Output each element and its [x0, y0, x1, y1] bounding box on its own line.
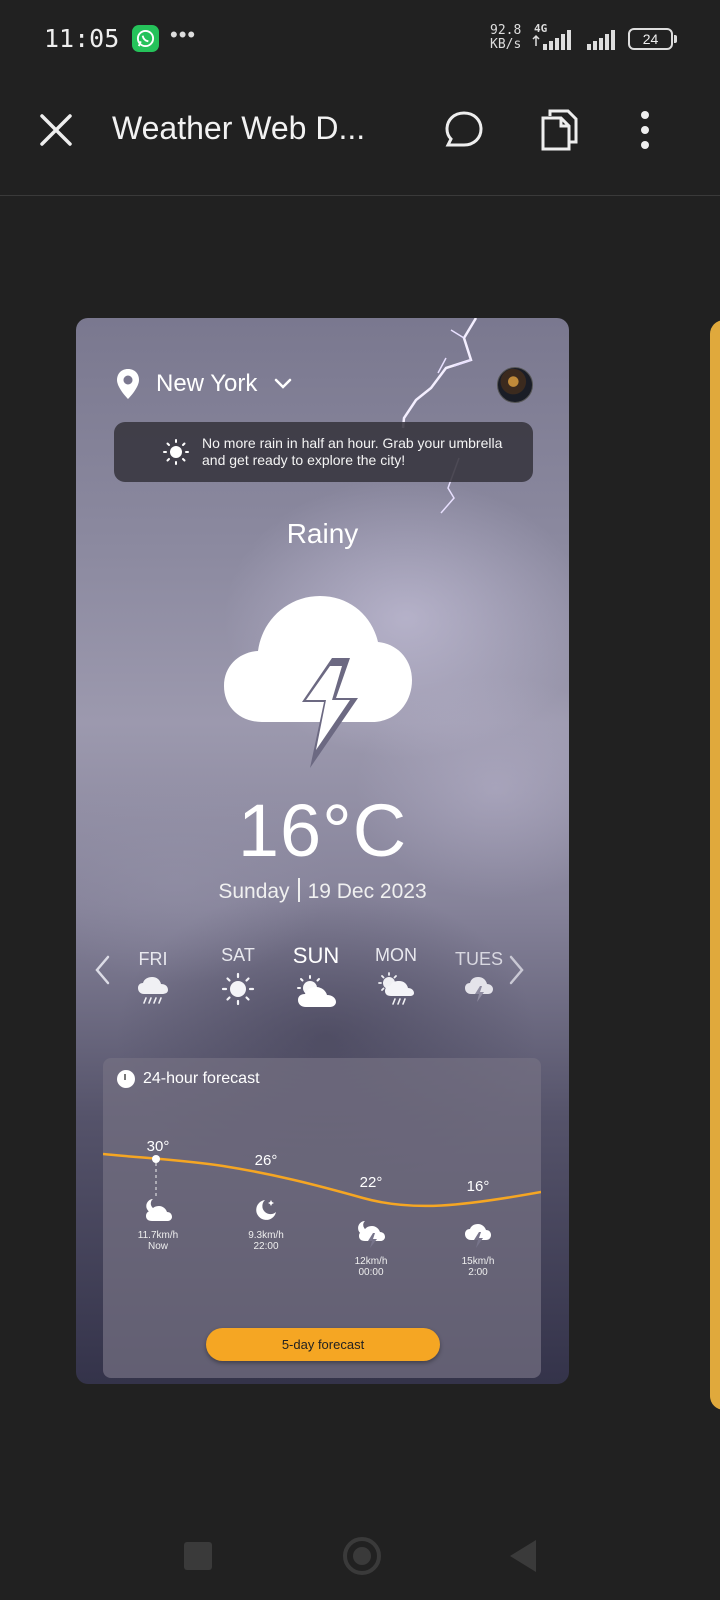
- forecast-hour-2200: 26° 9.3km/h 22:00: [231, 1152, 301, 1252]
- forecast-hour-0200: 16° 15km/h 2:00: [443, 1178, 513, 1278]
- hour-time: 22:00: [253, 1241, 279, 1252]
- status-time: 11:05: [44, 24, 120, 53]
- more-options-icon[interactable]: [640, 110, 650, 150]
- page-title: Weather Web D...: [112, 110, 366, 146]
- home-button[interactable]: [342, 1536, 382, 1576]
- forecast-hour-0000: 22° 12km/h 00:00: [336, 1174, 406, 1278]
- hour-wind: 11.7km/h: [137, 1230, 179, 1241]
- app-bar: Weather Web D...: [0, 80, 720, 196]
- day-name: Sunday: [218, 880, 290, 903]
- close-icon[interactable]: [36, 110, 76, 150]
- signal-icon-2: [587, 30, 615, 50]
- location-city: New York: [156, 370, 258, 397]
- day-fri[interactable]: FRI: [118, 943, 188, 1011]
- night-cloud-icon: [146, 1199, 172, 1221]
- signal-icon: [532, 30, 571, 50]
- sun-rain-icon: [378, 972, 414, 1005]
- next-card-preview[interactable]: [710, 320, 720, 1410]
- day-mon[interactable]: MON: [361, 943, 431, 1011]
- day-label: SUN: [292, 943, 340, 968]
- back-button[interactable]: [508, 1538, 538, 1574]
- weather-notice: No more rain in half an hour. Grab your …: [114, 422, 533, 482]
- moon-icon: [256, 1200, 276, 1220]
- recent-apps-button[interactable]: [184, 1542, 212, 1570]
- forecast-title: 24-hour forecast: [143, 1070, 260, 1087]
- status-bar: 11:05 ••• 92.8 KB/s 4G 24: [0, 0, 720, 80]
- hour-time: Now: [147, 1241, 168, 1252]
- five-day-forecast-button[interactable]: 5-day forecast: [206, 1328, 440, 1361]
- night-storm-icon: [358, 1221, 385, 1248]
- sun-icon: [221, 972, 255, 1006]
- day-selector: FRI SAT SUN MON TUES: [106, 943, 546, 1023]
- hour-time: 2:00: [468, 1267, 488, 1278]
- forecast-panel: 24-hour forecast 30° 11.7km/h Now 26° 9.…: [103, 1058, 541, 1378]
- whatsapp-icon: [132, 25, 159, 52]
- hour-temp: 22°: [359, 1174, 383, 1191]
- day-tues[interactable]: TUES: [444, 943, 514, 1009]
- hour-wind: 15km/h: [461, 1256, 495, 1267]
- weather-condition: Rainy: [286, 518, 359, 549]
- storm-cloud-icon: [465, 1224, 491, 1248]
- day-label: TUES: [454, 949, 503, 969]
- hour-temp: 30°: [146, 1138, 170, 1155]
- hour-wind: 9.3km/h: [248, 1230, 284, 1241]
- day-sat[interactable]: SAT: [203, 943, 273, 1011]
- more-notifications-icon: •••: [170, 22, 197, 47]
- sun-icon: [163, 439, 189, 465]
- speed-unit: KB/s: [490, 37, 522, 52]
- current-temperature: 16°C: [237, 789, 408, 872]
- day-label: MON: [375, 945, 417, 965]
- hour-wind: 12km/h: [354, 1256, 388, 1267]
- clock-icon: [117, 1070, 135, 1088]
- system-nav-bar: [0, 1500, 720, 1600]
- date-value: 19 Dec 2023: [307, 880, 427, 903]
- storm-cloud-icon: [465, 977, 493, 1002]
- speed-value: 92.8: [490, 23, 522, 38]
- chevron-down-icon: [275, 378, 292, 389]
- comment-icon[interactable]: [444, 110, 484, 150]
- day-sun[interactable]: SUN: [281, 943, 351, 1014]
- partly-cloudy-icon: [297, 975, 336, 1007]
- location-pin-icon: [117, 369, 139, 399]
- rain-cloud-icon: [138, 977, 168, 1004]
- day-label: SAT: [221, 945, 255, 965]
- notice-text: No more rain in half an hour. Grab your …: [202, 435, 503, 468]
- hour-temp: 26°: [254, 1152, 278, 1169]
- thunderstorm-icon: [224, 596, 412, 768]
- avatar[interactable]: [497, 367, 533, 403]
- weather-app-preview: New York No more rain in half an hour. G…: [76, 318, 569, 1384]
- day-label: FRI: [138, 949, 168, 969]
- hour-time: 00:00: [358, 1267, 384, 1278]
- forecast-header: 24-hour forecast: [117, 1070, 260, 1088]
- network-speed: 92.8 KB/s: [490, 24, 521, 52]
- date-separator: [297, 878, 300, 902]
- forecast-hour-now: 30° 11.7km/h Now: [123, 1138, 193, 1252]
- date-display: Sunday 19 Dec 2023: [76, 878, 569, 904]
- copy-icon[interactable]: [540, 108, 580, 152]
- battery-icon: 24: [628, 28, 677, 50]
- location-selector[interactable]: New York: [114, 364, 293, 404]
- battery-level: 24: [642, 31, 659, 47]
- hour-temp: 16°: [466, 1178, 490, 1195]
